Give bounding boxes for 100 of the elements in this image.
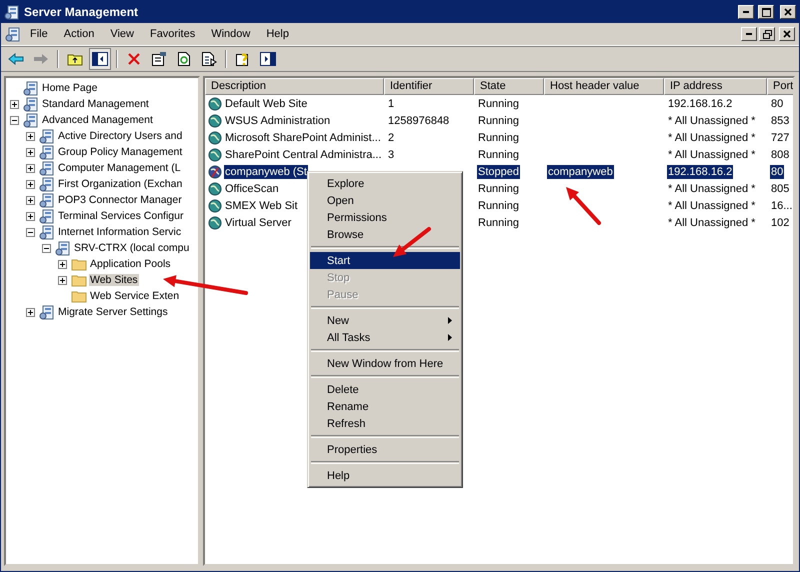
folder-icon (71, 289, 87, 303)
column-header[interactable]: Host header value (544, 78, 664, 95)
menu-item[interactable]: File (23, 26, 55, 42)
column-header[interactable]: State (474, 78, 544, 95)
ip-address-cell: * All Unassigned * (667, 182, 756, 196)
tree-item[interactable]: POP3 Connector Manager (57, 194, 183, 206)
expand-icon[interactable] (26, 196, 35, 204)
tree-item[interactable]: Application Pools (89, 258, 172, 270)
tree-item[interactable]: Standard Management (41, 98, 150, 110)
state-cell: Running (477, 148, 520, 162)
tree-item[interactable]: Active Directory Users and (57, 130, 184, 142)
context-menu-item[interactable]: Open (310, 192, 460, 209)
identifier-cell: 1 (387, 96, 396, 110)
description-cell[interactable]: SMEX Web Sit (224, 198, 299, 212)
back-arrow-icon (8, 53, 24, 65)
description-cell[interactable]: WSUS Administration (224, 114, 332, 128)
state-cell: Running (477, 114, 520, 128)
port-cell: 16... (770, 198, 793, 212)
expand-icon[interactable] (26, 308, 35, 316)
annotation-arrow (566, 187, 601, 225)
tree-item[interactable]: Group Policy Management (57, 146, 184, 158)
context-menu-item[interactable]: Explore (310, 175, 460, 192)
expand-icon[interactable] (10, 100, 19, 108)
description-cell[interactable]: Virtual Server (224, 216, 292, 230)
context-menu-item[interactable]: Delete (310, 381, 460, 398)
window-title: Server Management (24, 5, 140, 19)
port-cell: 80 (770, 96, 784, 110)
port-cell: 853 (770, 114, 790, 128)
description-cell[interactable]: companyweb (St (224, 164, 308, 178)
console-icon (39, 192, 55, 208)
collapse-icon[interactable] (10, 116, 19, 124)
close-button[interactable] (779, 27, 795, 41)
column-header[interactable]: IP address (664, 78, 767, 95)
context-menu-item[interactable]: Start (310, 252, 460, 269)
collapse-icon[interactable] (42, 244, 51, 252)
column-header[interactable]: Description (205, 78, 384, 95)
context-menu-item[interactable]: Permissions (310, 209, 460, 226)
console-icon (39, 208, 55, 224)
restore-button[interactable] (759, 27, 775, 41)
collapse-icon[interactable] (26, 228, 35, 236)
expand-icon[interactable] (58, 276, 67, 284)
help-icon (235, 51, 251, 67)
refresh-icon (177, 51, 191, 67)
tree-item[interactable]: Migrate Server Settings (57, 306, 169, 318)
tree-item[interactable]: SRV-CTRX (local compu (73, 242, 190, 254)
port-cell: 102 (770, 216, 790, 230)
tree-item[interactable]: Terminal Services Configur (57, 210, 184, 222)
maximize-button[interactable] (758, 5, 774, 19)
menu-item[interactable]: Help (259, 26, 296, 42)
expand-icon[interactable] (26, 212, 35, 220)
context-menu-item[interactable]: Help (310, 467, 460, 484)
minimize-button[interactable] (738, 5, 754, 19)
delete-icon (127, 52, 141, 66)
up-folder-icon (67, 52, 83, 66)
console-icon (4, 4, 20, 20)
expand-icon[interactable] (26, 180, 35, 188)
globe-icon (208, 96, 222, 110)
console-icon (39, 176, 55, 192)
console-icon (23, 80, 39, 96)
globe-icon (208, 114, 222, 128)
tree-item[interactable]: Home Page (41, 82, 98, 94)
context-menu-item[interactable]: Refresh (310, 415, 460, 432)
tree-item[interactable]: Internet Information Servic (57, 226, 182, 238)
column-header[interactable]: Identifier (384, 78, 474, 95)
properties-icon (151, 51, 167, 67)
menu-item[interactable]: Favorites (142, 26, 202, 42)
menu-item[interactable]: Action (56, 26, 102, 42)
minimize-button[interactable] (741, 27, 757, 41)
expand-icon[interactable] (58, 260, 67, 268)
description-cell[interactable]: Default Web Site (224, 96, 308, 110)
menu-item[interactable]: Window (204, 26, 258, 42)
context-menu-item[interactable]: Properties (310, 441, 460, 458)
tree-item[interactable]: Web Sites (89, 274, 139, 286)
context-menu-item[interactable]: New (310, 312, 460, 329)
description-cell[interactable]: OfficeScan (224, 182, 280, 196)
expand-icon[interactable] (26, 148, 35, 156)
globe-icon (208, 148, 222, 162)
tree-item[interactable]: First Organization (Exchan (57, 178, 184, 190)
state-cell: Running (477, 182, 520, 196)
context-menu-item[interactable]: New Window from Here (310, 355, 460, 372)
tree-item[interactable]: Computer Management (L (57, 162, 182, 174)
folder-icon (71, 257, 87, 271)
context-menu-item[interactable]: Browse (310, 226, 460, 243)
column-header[interactable]: Port (767, 78, 793, 95)
console-icon (55, 240, 71, 256)
ip-address-cell: * All Unassigned * (667, 216, 756, 230)
tree-item[interactable]: Advanced Management (41, 114, 154, 126)
show-tree-button[interactable] (89, 48, 111, 70)
context-menu-item[interactable]: All Tasks (310, 329, 460, 346)
expand-icon[interactable] (26, 132, 35, 140)
description-cell[interactable]: Microsoft SharePoint Administ... (224, 130, 382, 144)
menu-item[interactable]: View (103, 26, 141, 42)
identifier-cell: 2 (387, 130, 396, 144)
context-menu-item[interactable]: Rename (310, 398, 460, 415)
expand-icon[interactable] (26, 164, 35, 172)
close-button[interactable] (780, 5, 796, 19)
tree-item[interactable]: Web Service Exten (89, 290, 180, 302)
description-cell[interactable]: SharePoint Central Administra... (224, 148, 383, 162)
console-icon (5, 26, 21, 42)
console-icon (39, 144, 55, 160)
